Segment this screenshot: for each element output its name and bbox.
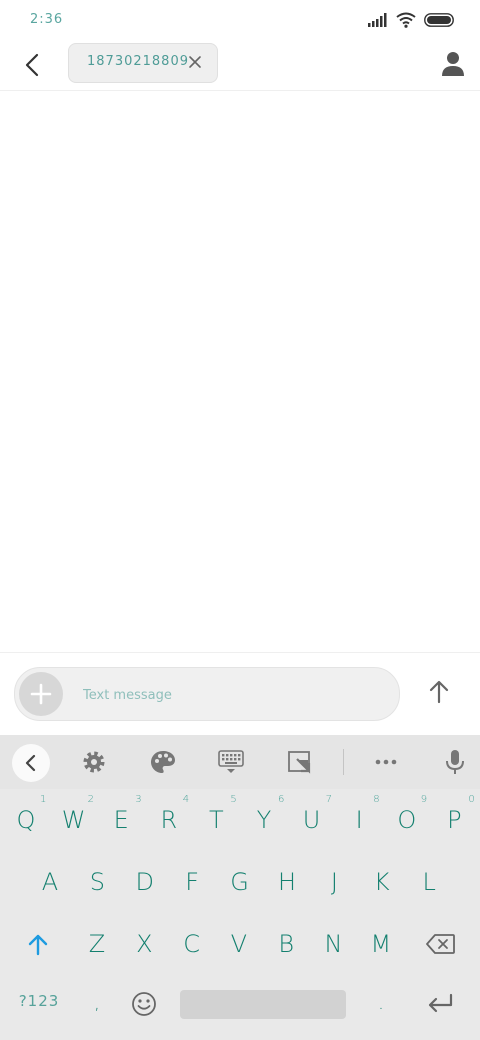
key-y[interactable]: Y6 bbox=[240, 791, 288, 849]
key-p[interactable]: P0 bbox=[430, 791, 478, 849]
key-number-hint: 4 bbox=[182, 794, 190, 805]
key-e[interactable]: E3 bbox=[97, 791, 145, 849]
backspace-icon bbox=[426, 934, 455, 954]
key-letter: T bbox=[209, 806, 224, 834]
recipient-number: 18730218809 bbox=[87, 54, 189, 69]
toolbar-divider bbox=[343, 749, 344, 775]
key-o[interactable]: O9 bbox=[383, 791, 431, 849]
key-t[interactable]: T5 bbox=[192, 791, 240, 849]
key-q[interactable]: Q1 bbox=[2, 791, 50, 849]
key-v[interactable]: V bbox=[215, 915, 263, 973]
settings-button[interactable] bbox=[81, 749, 107, 775]
key-a[interactable]: A bbox=[26, 853, 74, 911]
key-letter: Y bbox=[256, 806, 272, 834]
smiley-icon bbox=[132, 992, 156, 1016]
shift-arrow-icon bbox=[28, 934, 48, 956]
plus-icon bbox=[30, 683, 52, 705]
back-button[interactable] bbox=[18, 50, 48, 80]
key-letter: Q bbox=[16, 806, 36, 834]
key-z[interactable]: Z bbox=[73, 915, 121, 973]
key-number-hint: 6 bbox=[278, 794, 285, 805]
status-bar: 2:36 bbox=[0, 0, 480, 40]
compose-field bbox=[14, 667, 400, 722]
conversation-header: 18730218809 bbox=[0, 40, 480, 91]
key-number-hint: 7 bbox=[325, 794, 332, 805]
status-icons bbox=[368, 12, 454, 28]
key-g[interactable]: G bbox=[216, 853, 264, 911]
space-key[interactable] bbox=[180, 990, 346, 1019]
palette-icon bbox=[151, 751, 175, 773]
recipient-chip[interactable]: 18730218809 bbox=[68, 43, 218, 83]
key-letter: E bbox=[113, 806, 129, 834]
chevron-left-icon bbox=[25, 53, 39, 77]
wifi-icon bbox=[396, 12, 416, 28]
message-list bbox=[0, 91, 480, 652]
enter-key[interactable] bbox=[416, 975, 464, 1033]
key-letter: W bbox=[61, 806, 86, 834]
key-m[interactable]: M bbox=[357, 915, 405, 973]
key-h[interactable]: H bbox=[263, 853, 311, 911]
key-w[interactable]: W2 bbox=[50, 791, 98, 849]
key-letter: I bbox=[355, 806, 363, 834]
microphone-icon bbox=[446, 750, 464, 774]
keyboard-row-2: ASDFGHJKL bbox=[0, 853, 480, 911]
attach-button[interactable] bbox=[19, 672, 63, 716]
enter-icon bbox=[428, 993, 453, 1013]
keyboard-row-1: Q1W2E3R4T5Y6U7I8O9P0 bbox=[0, 791, 480, 849]
key-number-hint: 5 bbox=[230, 794, 237, 805]
key-c[interactable]: C bbox=[168, 915, 216, 973]
contact-button[interactable] bbox=[440, 50, 466, 80]
key-number-hint: 9 bbox=[420, 794, 428, 805]
send-button[interactable] bbox=[422, 675, 456, 709]
signal-icon bbox=[368, 13, 387, 27]
keyboard-row-3: ZXCVBNM bbox=[0, 915, 480, 973]
message-input[interactable] bbox=[81, 668, 385, 722]
key-letter: R bbox=[160, 806, 178, 834]
key-letter: O bbox=[397, 806, 417, 834]
battery-icon bbox=[424, 13, 454, 27]
comma-key[interactable]: , bbox=[73, 975, 121, 1033]
key-j[interactable]: J bbox=[310, 853, 358, 911]
key-number-hint: 3 bbox=[135, 794, 142, 805]
key-number-hint: 8 bbox=[373, 794, 380, 805]
keyboard-toolbar bbox=[0, 735, 480, 789]
key-d[interactable]: D bbox=[121, 853, 169, 911]
arrow-up-icon bbox=[429, 680, 449, 704]
key-r[interactable]: R4 bbox=[145, 791, 193, 849]
resize-icon bbox=[288, 751, 311, 774]
key-l[interactable]: L bbox=[405, 853, 453, 911]
key-u[interactable]: U7 bbox=[288, 791, 336, 849]
voice-input-button[interactable] bbox=[442, 749, 468, 775]
key-x[interactable]: X bbox=[120, 915, 168, 973]
key-i[interactable]: I8 bbox=[335, 791, 383, 849]
key-letter: P bbox=[447, 806, 462, 834]
symbols-key[interactable]: ?123 bbox=[14, 981, 64, 1021]
compose-bar bbox=[0, 652, 480, 736]
key-k[interactable]: K bbox=[358, 853, 406, 911]
emoji-key[interactable] bbox=[120, 975, 168, 1033]
remove-recipient-button[interactable] bbox=[187, 54, 203, 70]
key-b[interactable]: B bbox=[262, 915, 310, 973]
status-time: 2:36 bbox=[30, 12, 64, 27]
close-icon bbox=[189, 56, 201, 68]
person-icon bbox=[442, 52, 464, 76]
gear-icon bbox=[83, 751, 105, 773]
backspace-key[interactable] bbox=[417, 915, 465, 973]
key-number-hint: 2 bbox=[87, 794, 94, 805]
one-handed-button[interactable] bbox=[287, 749, 313, 775]
key-number-hint: 1 bbox=[40, 794, 47, 805]
key-f[interactable]: F bbox=[168, 853, 216, 911]
theme-button[interactable] bbox=[150, 749, 176, 775]
key-n[interactable]: N bbox=[310, 915, 358, 973]
key-s[interactable]: S bbox=[73, 853, 121, 911]
shift-key[interactable] bbox=[14, 915, 62, 973]
keyboard: Q1W2E3R4T5Y6U7I8O9P0 ASDFGHJKL ZXCVBNM ?… bbox=[0, 735, 480, 1040]
key-letter: U bbox=[302, 806, 321, 834]
period-key[interactable]: . bbox=[357, 975, 405, 1033]
key-number-hint: 0 bbox=[468, 794, 475, 805]
